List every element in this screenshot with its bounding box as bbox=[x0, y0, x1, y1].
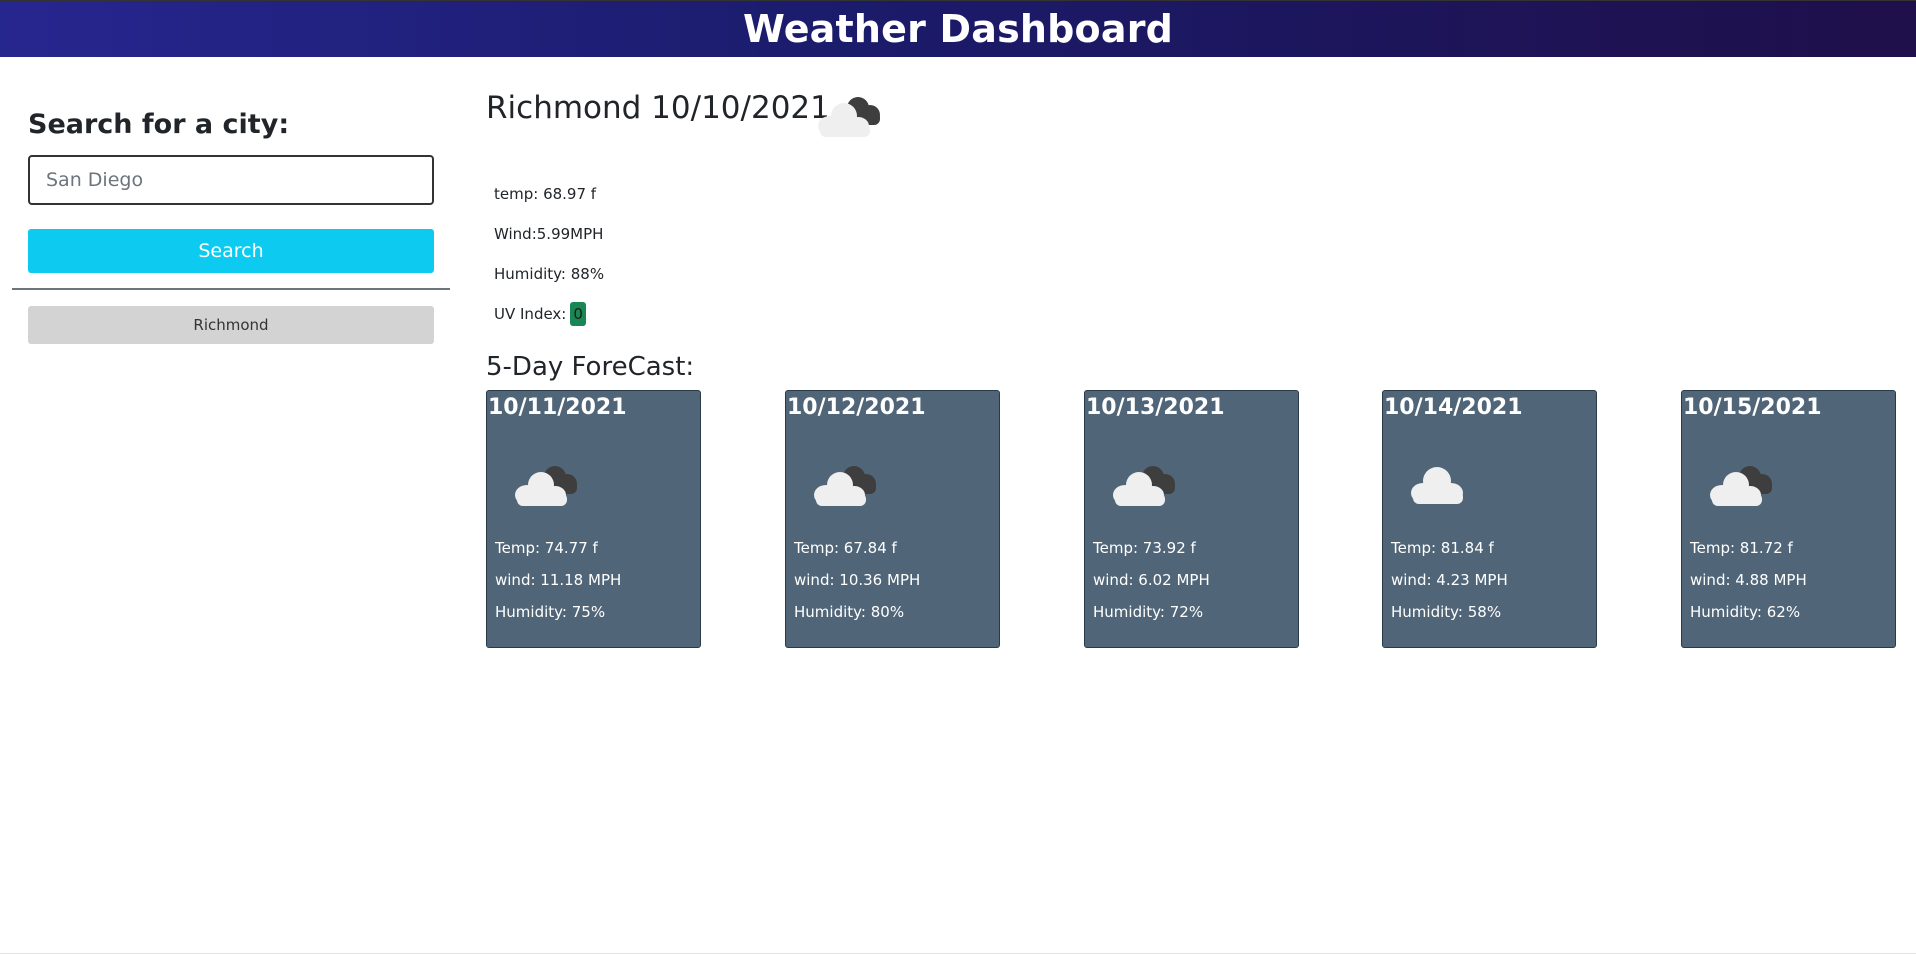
forecast-wind: wind: 4.23 MPH bbox=[1391, 571, 1508, 589]
current-uv: UV Index: 0 bbox=[494, 302, 586, 326]
forecast-card: 10/12/2021 Temp: 67.84 f wind: 10.36 MPH… bbox=[785, 390, 1000, 648]
current-wind: Wind:5.99MPH bbox=[494, 225, 604, 243]
sidebar-divider bbox=[12, 288, 450, 290]
forecast-date: 10/12/2021 bbox=[787, 395, 926, 420]
broken-clouds-icon bbox=[1710, 466, 1772, 506]
current-temp: temp: 68.97 f bbox=[494, 185, 597, 203]
page-title: Weather Dashboard bbox=[742, 7, 1174, 51]
uv-label: UV Index: bbox=[494, 305, 567, 323]
forecast-temp: Temp: 67.84 f bbox=[794, 539, 897, 557]
uv-badge: 0 bbox=[570, 302, 586, 326]
forecast-card: 10/11/2021 Temp: 74.77 f wind: 11.18 MPH… bbox=[486, 390, 701, 648]
forecast-card: 10/15/2021 Temp: 81.72 f wind: 4.88 MPH … bbox=[1681, 390, 1896, 648]
forecast-card: 10/14/2021 Temp: 81.84 f wind: 4.23 MPH … bbox=[1382, 390, 1597, 648]
city-search-input[interactable] bbox=[28, 155, 434, 205]
broken-clouds-icon bbox=[1113, 466, 1175, 506]
current-city-title: Richmond 10/10/2021 bbox=[486, 90, 830, 126]
forecast-temp: Temp: 81.84 f bbox=[1391, 539, 1494, 557]
forecast-humidity: Humidity: 58% bbox=[1391, 603, 1502, 621]
forecast-humidity: Humidity: 75% bbox=[495, 603, 606, 621]
forecast-card: 10/13/2021 Temp: 73.92 f wind: 6.02 MPH … bbox=[1084, 390, 1299, 648]
forecast-heading: 5-Day ForeCast: bbox=[486, 352, 695, 382]
forecast-date: 10/14/2021 bbox=[1384, 395, 1523, 420]
cloud-icon bbox=[1411, 467, 1463, 504]
search-heading: Search for a city: bbox=[28, 109, 290, 140]
search-button[interactable]: Search bbox=[28, 229, 434, 273]
forecast-date: 10/11/2021 bbox=[488, 395, 627, 420]
current-humidity: Humidity: 88% bbox=[494, 265, 605, 283]
forecast-temp: Temp: 74.77 f bbox=[495, 539, 598, 557]
forecast-temp: Temp: 73.92 f bbox=[1093, 539, 1196, 557]
app-header: Weather Dashboard bbox=[0, 0, 1916, 57]
broken-clouds-icon bbox=[818, 97, 880, 137]
broken-clouds-icon bbox=[814, 466, 876, 506]
search-sidebar: Search for a city: Search Richmond bbox=[12, 57, 450, 357]
history-button-richmond[interactable]: Richmond bbox=[28, 306, 434, 344]
forecast-humidity: Humidity: 72% bbox=[1093, 603, 1204, 621]
forecast-date: 10/15/2021 bbox=[1683, 395, 1822, 420]
forecast-wind: wind: 11.18 MPH bbox=[495, 571, 622, 589]
forecast-wind: wind: 10.36 MPH bbox=[794, 571, 921, 589]
forecast-humidity: Humidity: 80% bbox=[794, 603, 905, 621]
page-bottom-border bbox=[0, 953, 1916, 954]
broken-clouds-icon bbox=[515, 466, 577, 506]
forecast-wind: wind: 6.02 MPH bbox=[1093, 571, 1210, 589]
forecast-date: 10/13/2021 bbox=[1086, 395, 1225, 420]
forecast-humidity: Humidity: 62% bbox=[1690, 603, 1801, 621]
forecast-wind: wind: 4.88 MPH bbox=[1690, 571, 1807, 589]
forecast-temp: Temp: 81.72 f bbox=[1690, 539, 1793, 557]
